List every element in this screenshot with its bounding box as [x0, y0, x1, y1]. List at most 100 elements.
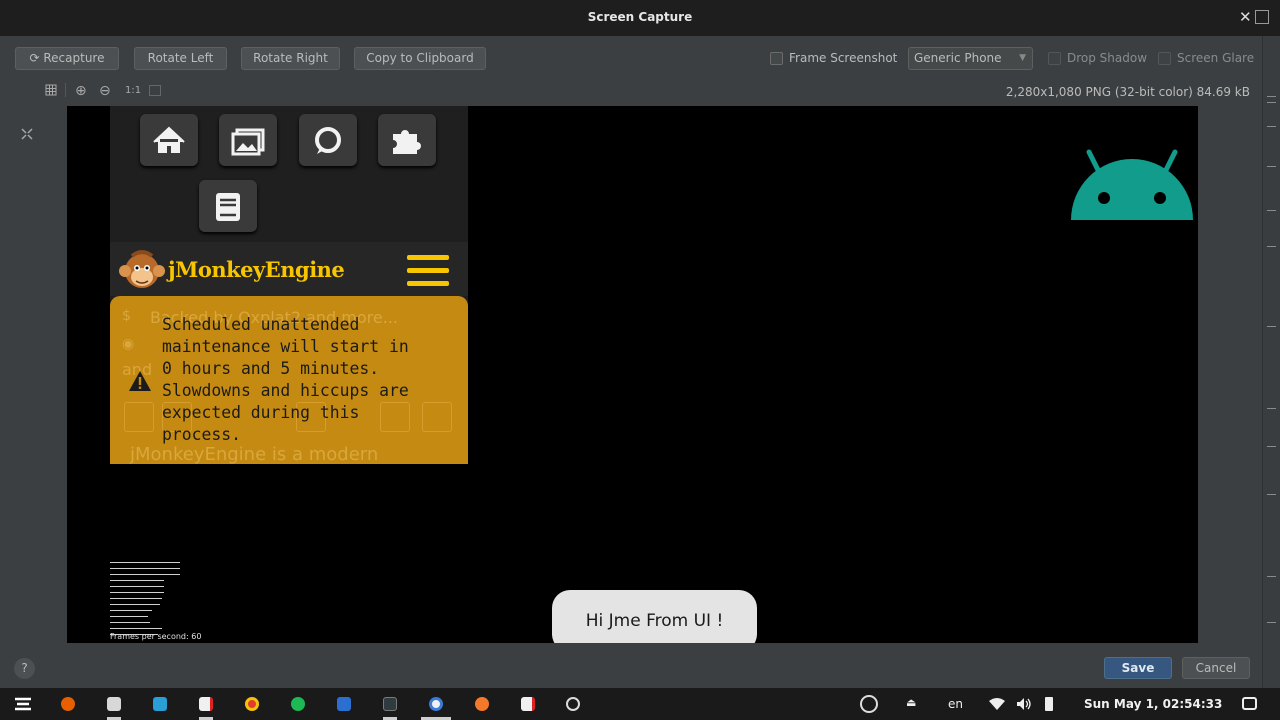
- maintenance-notice: Scheduled unattended maintenance will st…: [162, 315, 409, 444]
- divider: [65, 83, 66, 97]
- device-select[interactable]: Generic Phone ▼: [908, 47, 1033, 70]
- help-button[interactable]: ?: [14, 658, 35, 679]
- refresh-icon: ⟳: [29, 51, 40, 65]
- zoom-in-icon[interactable]: ⊕: [75, 84, 87, 98]
- scroll-marker: [1267, 96, 1276, 97]
- hamburger-menu-line: [407, 268, 449, 273]
- site-header: jMonkeyEngine: [110, 242, 468, 296]
- gallery-icon: [219, 114, 277, 166]
- scroll-marker: [1267, 166, 1276, 167]
- toast-message: Hi Jme From UI !: [552, 590, 757, 643]
- eject-icon[interactable]: ⏏: [906, 696, 916, 709]
- scroll-marker: [1267, 494, 1276, 495]
- stats-line: [110, 592, 164, 593]
- screen-glare-label: Screen Glare: [1177, 51, 1255, 65]
- pdf-viewer-icon[interactable]: [521, 697, 535, 711]
- right-scrollbar[interactable]: [1262, 36, 1280, 688]
- stats-line: [110, 568, 180, 569]
- view-controls: ⊕ ⊖ 1:1 2,280x1,080 PNG (32-bit color) 8…: [0, 80, 1262, 140]
- scroll-marker: [1267, 408, 1276, 409]
- stats-line: [110, 562, 180, 563]
- obs-icon[interactable]: [566, 697, 580, 711]
- scroll-marker: [1267, 326, 1276, 327]
- stats-line: [110, 622, 150, 623]
- screen-glare-checkbox[interactable]: [1158, 52, 1171, 65]
- drop-shadow-label: Drop Shadow: [1067, 51, 1148, 65]
- rotate-left-button[interactable]: Rotate Left: [134, 47, 227, 70]
- stats-line: [110, 616, 148, 617]
- stats-line: [110, 628, 162, 629]
- frame-screenshot-label: Frame Screenshot: [789, 51, 898, 65]
- stats-line: [110, 574, 180, 575]
- firefox-icon[interactable]: [61, 697, 75, 711]
- scroll-marker: [1267, 246, 1276, 247]
- drop-shadow-checkbox[interactable]: [1048, 52, 1061, 65]
- writer-icon[interactable]: [337, 697, 351, 711]
- spotify-icon[interactable]: [291, 697, 305, 711]
- screen-capture-dialog: ⟳ Recapture Rotate Left Rotate Right Cop…: [0, 36, 1280, 688]
- discord-icon: ◉: [122, 336, 135, 352]
- scroll-marker: [1267, 102, 1276, 103]
- fit-screen-icon[interactable]: [21, 128, 33, 140]
- terminal-icon[interactable]: [383, 697, 397, 711]
- stats-line: [110, 598, 162, 599]
- frame-screenshot-checkbox[interactable]: [770, 52, 783, 65]
- site-title: jMonkeyEngine: [168, 257, 345, 282]
- maintenance-banner: Backed by Oxplat2 and more... $ ◉ and jM…: [110, 296, 468, 464]
- window-titlebar: Screen Capture ✕: [0, 0, 1280, 36]
- monkey-logo-icon: [119, 250, 165, 288]
- copy-to-clipboard-button[interactable]: Copy to Clipboard: [354, 47, 486, 70]
- recapture-label: Recapture: [43, 51, 105, 65]
- banner-ghost-text: jMonkeyEngine is a modern: [130, 444, 379, 464]
- debug-stats: [110, 560, 220, 642]
- fit-window-icon[interactable]: [149, 85, 161, 96]
- puzzle-icon: [378, 114, 436, 166]
- volume-icon[interactable]: [1016, 697, 1032, 711]
- pdf-icon[interactable]: [199, 697, 213, 711]
- zorin-menu-icon[interactable]: [13, 695, 33, 713]
- resize-icon[interactable]: [1255, 10, 1269, 24]
- chat-icon: [299, 114, 357, 166]
- files-icon[interactable]: [107, 697, 121, 711]
- stats-line: [110, 580, 164, 581]
- book-icon: [199, 180, 257, 232]
- scroll-marker: [1267, 126, 1276, 127]
- save-button[interactable]: Save: [1104, 657, 1172, 679]
- banner-ghost-cell: [124, 402, 154, 432]
- zoom-out-icon[interactable]: ⊖: [99, 84, 111, 98]
- grid-icon[interactable]: [45, 84, 57, 96]
- warning-icon: [129, 371, 151, 391]
- scroll-marker: [1267, 622, 1276, 623]
- hamburger-menu-icon: [407, 255, 449, 260]
- screenshot-icon[interactable]: [153, 697, 167, 711]
- android-logo-icon: [1071, 149, 1193, 220]
- taskbar: ⏏ en Sun May 1, 02:54:33: [0, 688, 1280, 720]
- stats-line: [110, 610, 152, 611]
- actual-size-button[interactable]: 1:1: [125, 84, 141, 98]
- battery-icon[interactable]: [1045, 697, 1053, 711]
- captured-screenshot: jMonkeyEngine Backed by Oxplat2 and more…: [67, 106, 1198, 643]
- scroll-marker: [1267, 576, 1276, 577]
- dollar-icon: $: [122, 308, 131, 324]
- device-select-value: Generic Phone: [914, 51, 1002, 65]
- close-icon[interactable]: ✕: [1239, 8, 1252, 26]
- fps-label: Frames per second: 60: [110, 632, 202, 641]
- wifi-icon[interactable]: [989, 698, 1005, 710]
- show-desktop-icon[interactable]: [1242, 697, 1257, 710]
- hamburger-menu-line: [407, 281, 449, 286]
- blender-icon[interactable]: [475, 697, 489, 711]
- android-studio-icon[interactable]: [429, 697, 443, 711]
- webview-panel: jMonkeyEngine Backed by Oxplat2 and more…: [110, 106, 468, 464]
- clock[interactable]: Sun May 1, 02:54:33: [1084, 697, 1222, 711]
- chevron-down-icon: ▼: [1019, 53, 1026, 63]
- cancel-button[interactable]: Cancel: [1182, 657, 1250, 679]
- chrome-icon[interactable]: [245, 697, 259, 711]
- recapture-button[interactable]: ⟳ Recapture: [15, 47, 119, 70]
- capture-toolbar: ⟳ Recapture Rotate Left Rotate Right Cop…: [0, 36, 1262, 80]
- rotate-right-button[interactable]: Rotate Right: [241, 47, 340, 70]
- keyboard-language[interactable]: en: [948, 697, 963, 711]
- image-info: 2,280x1,080 PNG (32-bit color) 84.69 kB: [1005, 85, 1250, 99]
- window-title: Screen Capture: [587, 10, 693, 24]
- obs-tray-icon[interactable]: [860, 695, 878, 713]
- scroll-marker: [1267, 210, 1276, 211]
